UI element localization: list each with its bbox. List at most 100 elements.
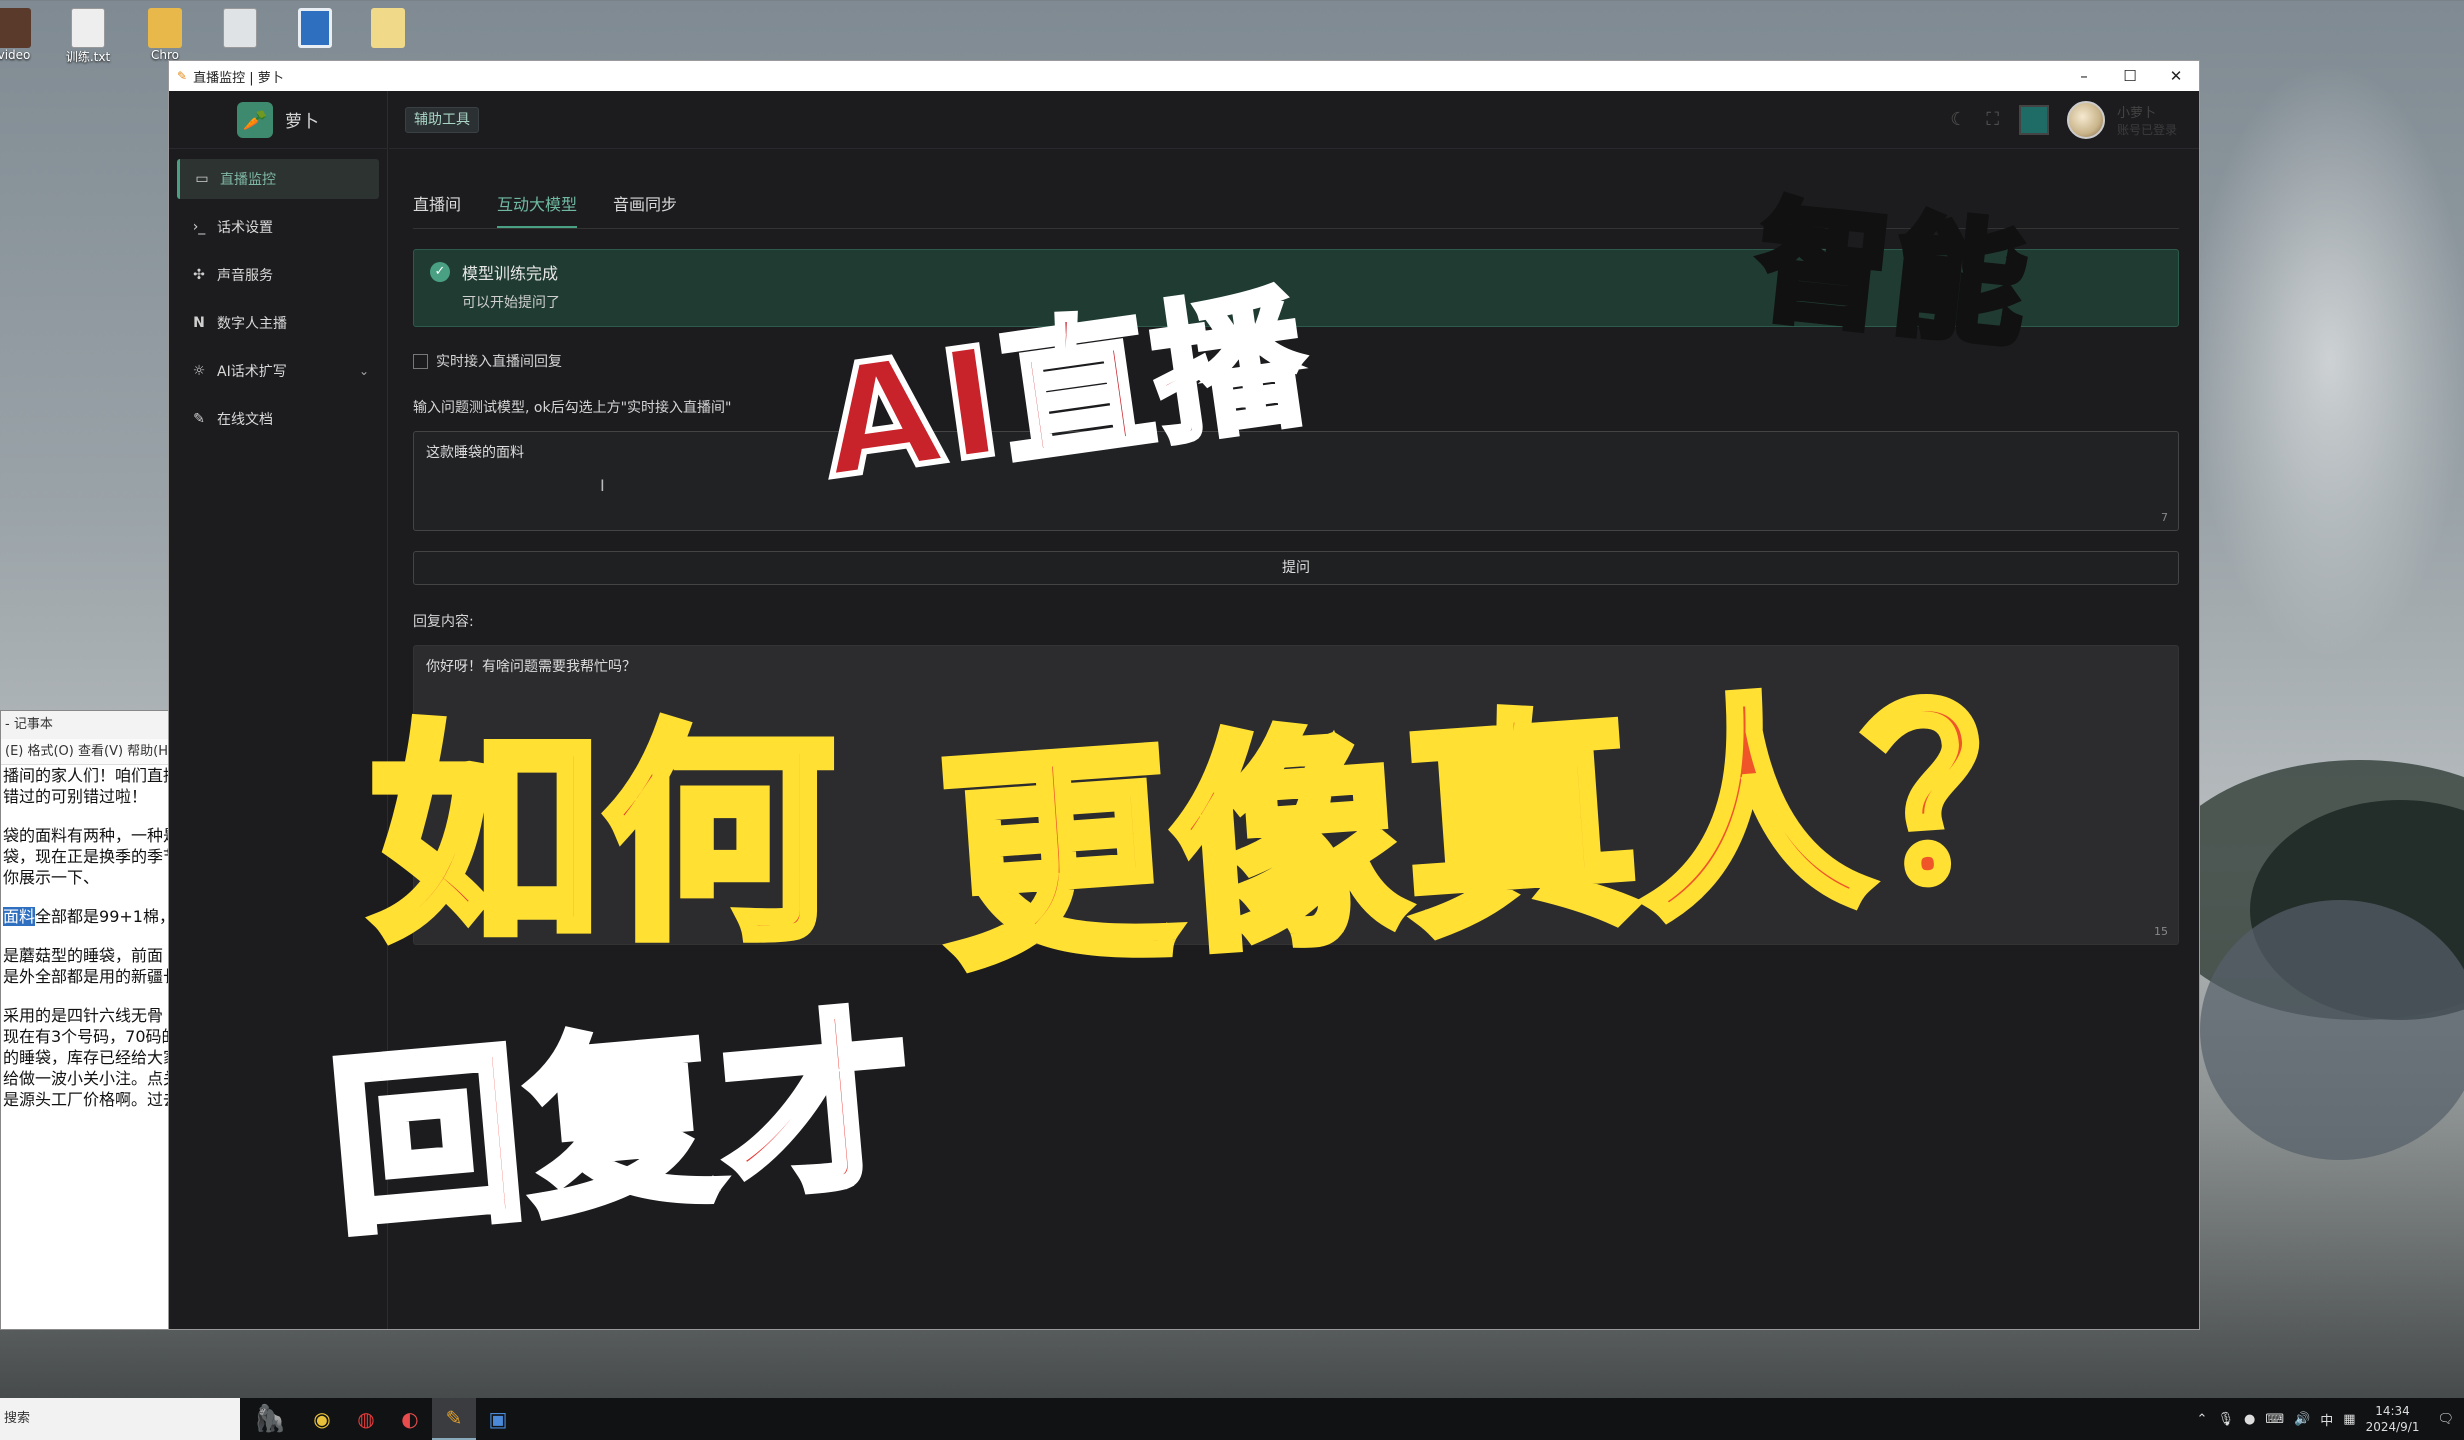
sidebar-item-label: 数字人主播 xyxy=(217,316,287,332)
video-file-icon xyxy=(0,8,31,48)
tab-av-sync[interactable]: 音画同步 xyxy=(613,181,677,228)
user-status: 账号已登录 xyxy=(2116,122,2177,137)
desktop-icon-folder[interactable]: Chro xyxy=(135,8,195,62)
notepad-line: 播间的家人们！咱们直播 xyxy=(3,766,169,785)
notepad-menu[interactable]: (E) 格式(O) 查看(V) 帮助(H) xyxy=(1,739,169,765)
sidebar-item-voice-service[interactable]: ✣ 声音服务 xyxy=(177,255,379,295)
notepad-title: - 记事本 xyxy=(1,711,169,739)
window-app-icon[interactable]: ▣ xyxy=(476,1398,520,1440)
notepad-line: 袋的面料有两种，一种是 xyxy=(3,826,169,845)
text-cursor-icon: I xyxy=(600,476,605,495)
sound-icon: ✣ xyxy=(193,267,205,283)
taskbar-search[interactable]: 搜索 xyxy=(0,1398,240,1440)
notepad-line: 给做一波小关小注。点关 xyxy=(3,1069,169,1088)
selected-text: 面料 xyxy=(3,907,36,926)
n-logo-icon: N xyxy=(193,315,205,331)
desktop-icon-text-file[interactable]: 训练.txt xyxy=(58,8,118,65)
ask-button[interactable]: 提问 xyxy=(413,551,2179,585)
logo-row: 🥕 萝卜 xyxy=(169,91,387,149)
gorilla-widget-icon[interactable]: 🦍 xyxy=(240,1398,300,1440)
sidebar-item-label: 在线文档 xyxy=(217,412,273,428)
desktop-mountain xyxy=(2200,900,2464,1160)
chrome-icon[interactable]: ◉ xyxy=(300,1398,344,1440)
terminal-icon: ›_ xyxy=(192,219,206,235)
screen-recorder-icon[interactable]: ◐ xyxy=(388,1398,432,1440)
theme-color-picker[interactable] xyxy=(2018,104,2049,135)
top-header: 辅助工具 ☾ ⛶ 小萝卜 账号已登录 xyxy=(389,91,2199,149)
notepad-window[interactable]: - 记事本 (E) 格式(O) 查看(V) 帮助(H) 播间的家人们！咱们直播 … xyxy=(0,710,170,1330)
tab-live-room[interactable]: 直播间 xyxy=(413,181,461,228)
keyboard-icon[interactable]: ▦ xyxy=(2343,1412,2355,1427)
carrot-app-icon[interactable]: ✎ xyxy=(432,1398,476,1440)
carrot-logo-icon: 🥕 xyxy=(237,101,273,138)
volume-icon[interactable]: 🔊 xyxy=(2294,1412,2310,1427)
desktop-icon-video[interactable]: video xyxy=(0,8,44,62)
notepad-line: 你展示一下、 xyxy=(3,868,100,887)
window-titlebar[interactable]: ✎ 直播监控 | 萝卜 – ☐ ✕ xyxy=(169,61,2199,91)
text-file-icon xyxy=(71,8,105,48)
netease-music-icon[interactable]: ◍ xyxy=(344,1398,388,1440)
fullscreen-icon[interactable]: ⛶ xyxy=(1986,109,1999,130)
notepad-line: 是蘑菇型的睡袋，前面 xyxy=(3,946,164,965)
sidebar-item-live-monitor[interactable]: ▭ 直播监控 xyxy=(177,159,379,199)
alert-title: 模型训练完成 xyxy=(462,264,559,283)
desktop-icon-window-app[interactable] xyxy=(285,8,345,48)
checkbox-label: 实时接入直播间回复 xyxy=(436,354,562,370)
notepad-line: 是源头工厂价格啊。过去 xyxy=(3,1090,169,1109)
chevron-down-icon: ⌄ xyxy=(358,364,369,378)
desktop-icon-shortcut[interactable] xyxy=(358,8,418,48)
window-app-icon xyxy=(298,8,332,48)
chevron-up-icon[interactable]: ⌃ xyxy=(2197,1412,2208,1427)
network-icon[interactable]: ⌨ xyxy=(2265,1412,2284,1427)
assist-tools-tag[interactable]: 辅助工具 xyxy=(405,106,479,133)
question-char-count: 7 xyxy=(2161,511,2168,524)
folder-icon xyxy=(148,8,182,48)
recording-icon[interactable]: ● xyxy=(2244,1412,2255,1427)
notepad-line: 采用的是四针六线无骨 xyxy=(3,1006,164,1025)
notepad-line: 面料全部都是99+1棉，挡 xyxy=(3,907,169,926)
sidebar-item-script-settings[interactable]: ›_ 话术设置 xyxy=(177,207,379,247)
overlay-smart: 智能 xyxy=(1748,181,2042,369)
monitor-icon: ▭ xyxy=(195,171,209,187)
input-language[interactable]: 中 xyxy=(2320,1410,2333,1429)
reply-char-count: 15 xyxy=(2154,925,2168,938)
sidebar-item-ai-script-expand[interactable]: ☼ AI话术扩写 ⌄ xyxy=(177,351,379,391)
sidebar-item-label: 声音服务 xyxy=(217,268,273,284)
app-carrot-icon: ✎ xyxy=(177,69,188,83)
notepad-line: 袋，现在正是换季的季节 xyxy=(3,847,169,866)
sidebar-item-online-docs[interactable]: ✎ 在线文档 xyxy=(177,399,379,439)
sun-icon: ☼ xyxy=(192,363,206,379)
notepad-line: 现在有3个号码，70码的 xyxy=(3,1027,169,1046)
minimize-button[interactable]: – xyxy=(2061,61,2107,91)
realtime-reply-checkbox[interactable] xyxy=(413,353,428,369)
sidebar-item-label: 话术设置 xyxy=(217,220,273,236)
close-button[interactable]: ✕ xyxy=(2153,61,2199,91)
tab-interactive-model[interactable]: 互动大模型 xyxy=(497,181,578,228)
avatar[interactable] xyxy=(2066,100,2105,139)
sidebar-nav: ▭ 直播监控 ›_ 话术设置 ✣ 声音服务 N 数字人主播 ☼ AI话术扩写 ⌄… xyxy=(169,149,387,457)
notification-icon[interactable]: 🗨 xyxy=(2437,1412,2454,1427)
gear-file-icon xyxy=(223,8,257,48)
notepad-line: 是外全部都是用的新疆长 xyxy=(3,967,169,986)
notepad-line: 错过的可别错过啦！ xyxy=(3,787,148,806)
logo-text: 萝卜 xyxy=(285,112,319,132)
sidebar-item-digital-host[interactable]: N 数字人主播 xyxy=(177,303,379,343)
user-name: 小萝卜 xyxy=(2116,105,2156,121)
maximize-button[interactable]: ☐ xyxy=(2107,61,2153,91)
clock[interactable]: 14:34 2024/9/1 xyxy=(2366,1403,2420,1435)
window-title: 直播监控 | 萝卜 xyxy=(193,70,284,86)
moon-icon[interactable]: ☾ xyxy=(1950,109,1966,130)
desktop-icon-settings-file[interactable] xyxy=(210,8,270,48)
question-value: 这款睡袋的面料 xyxy=(426,445,524,461)
sidebar-item-label: AI话术扩写 xyxy=(217,364,287,380)
clock-date: 2024/9/1 xyxy=(2365,1420,2420,1434)
feather-icon: ✎ xyxy=(193,411,205,427)
microphone-icon[interactable]: 🎙 xyxy=(2217,1412,2234,1427)
shortcut-file-icon xyxy=(371,8,405,48)
sidebar-item-label: 直播监控 xyxy=(220,172,276,188)
overlay-reply-only: 回复才 xyxy=(318,984,932,1264)
overlay-how: 如何 xyxy=(365,699,839,976)
check-circle-icon: ✓ xyxy=(430,262,450,282)
notepad-line: 的睡袋，库存已经给大家 xyxy=(3,1048,169,1067)
clock-time: 14:34 xyxy=(2375,1404,2410,1418)
